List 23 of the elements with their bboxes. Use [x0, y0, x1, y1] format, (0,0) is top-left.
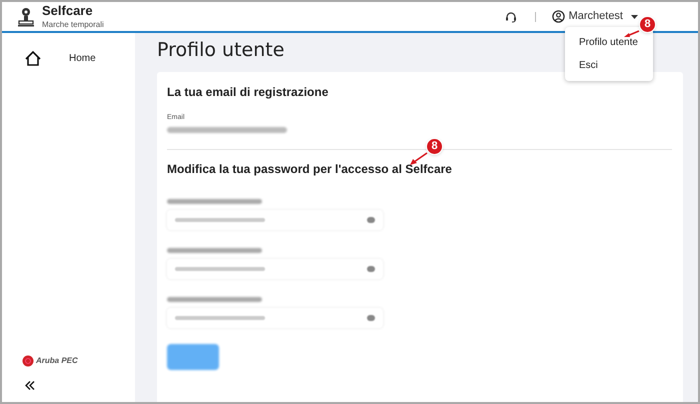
- password-field[interactable]: [167, 308, 383, 328]
- section-heading: Modifica la tua password per l'accesso al Selfcare: [167, 161, 452, 178]
- user-icon: [552, 10, 565, 23]
- app-title: Selfcare: [42, 3, 94, 20]
- seal-icon: [22, 355, 34, 367]
- password-field[interactable]: [167, 259, 383, 280]
- user-menu-button[interactable]: Marchetest: [552, 8, 638, 25]
- submit-button-redacted[interactable]: [167, 344, 219, 370]
- caret-icon: [631, 14, 638, 18]
- stamp-icon: [18, 6, 34, 26]
- logo-text: Aruba PEC: [36, 355, 78, 367]
- app-subtitle: Marche temporali: [42, 20, 104, 30]
- callout-arrow: [624, 30, 640, 38]
- section-heading: La tua email di registrazione: [167, 84, 330, 101]
- sidebar-item[interactable]: Home: [2, 41, 135, 75]
- menu-item[interactable]: Profilo utente: [565, 31, 653, 54]
- collapse-icon[interactable]: [25, 381, 35, 390]
- menu-item[interactable]: Esci: [565, 54, 653, 77]
- home-icon: [25, 50, 41, 66]
- headset-icon[interactable]: [504, 10, 517, 22]
- page-title: Profilo utente: [157, 39, 284, 63]
- callout-arrow: [410, 152, 428, 166]
- password-field[interactable]: [167, 210, 383, 230]
